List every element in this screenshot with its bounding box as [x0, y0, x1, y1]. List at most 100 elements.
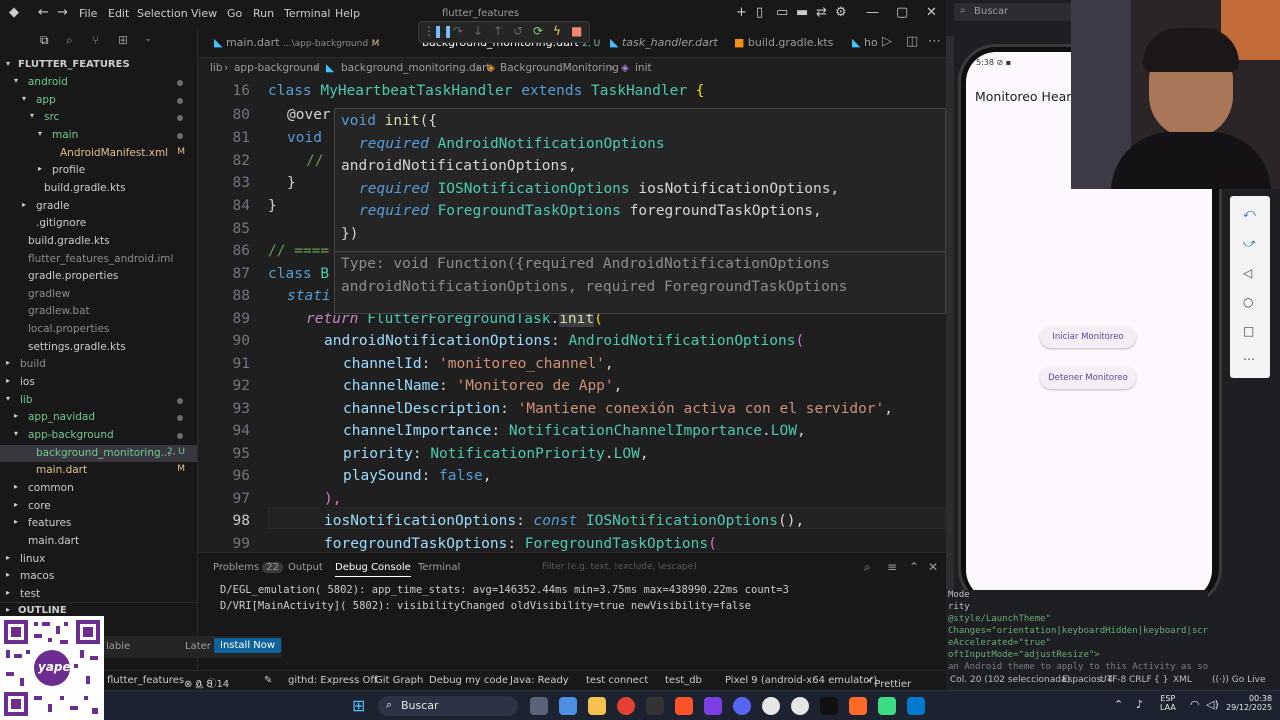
tree-item[interactable]: main.dart M [0, 462, 197, 479]
breadcrumb-item[interactable]: lib [210, 62, 223, 74]
restart-icon[interactable]: ⟳ [533, 24, 543, 38]
language-indicator[interactable]: ESP LAA [1160, 694, 1176, 712]
go-live-button[interactable]: ((·)) Go Live [1212, 675, 1266, 685]
windows-start-icon[interactable]: ⊞ [352, 696, 365, 715]
github-icon[interactable] [762, 697, 780, 715]
status-githd[interactable]: githd: Express Off [288, 675, 377, 686]
tools-icon[interactable]: ✎ [264, 675, 272, 686]
home-icon[interactable]: ○ [1243, 295, 1253, 309]
status-debug[interactable]: Debug my code [429, 675, 508, 686]
tree-item[interactable]: ▸ build [0, 356, 197, 373]
compare-icon[interactable]: ⇄ [816, 5, 827, 20]
language-mode[interactable]: XML [1173, 675, 1192, 685]
tree-item[interactable]: ▸ common [0, 480, 197, 497]
copy-icon[interactable]: ⧉ [40, 33, 49, 48]
breadcrumb-item[interactable]: BackgroundMonitoring [500, 62, 619, 74]
tree-item[interactable]: ▾ app-background [0, 427, 197, 444]
breadcrumb-item[interactable]: background_monitoring.dart [341, 62, 491, 74]
menu-go[interactable]: Go [227, 7, 242, 20]
layout-editor-icon[interactable]: ▭ [776, 5, 788, 20]
tree-item[interactable]: ▸ ios [0, 374, 197, 391]
tab-output[interactable]: Output [288, 562, 323, 573]
maximize-icon[interactable]: ▢ [896, 5, 908, 20]
vscode-icon[interactable] [907, 697, 925, 715]
tree-item[interactable]: ▸ app_navidad [0, 409, 197, 426]
close-panel-icon[interactable]: ✕ [928, 560, 938, 574]
chevron-up-icon[interactable]: ⌃ [1114, 698, 1123, 711]
status-problems[interactable]: ⊗ 0 △ 8 ⓘ 14 [184, 675, 229, 690]
tree-item[interactable]: local.properties [0, 321, 197, 338]
braces-indicator[interactable]: { } [1154, 675, 1168, 685]
tab-debug-console[interactable]: Debug Console [335, 562, 411, 577]
taskbar-search[interactable]: ⌕ Buscar [378, 696, 518, 716]
cursor-position[interactable]: Col. 20 (102 seleccionada) [950, 675, 1070, 685]
tree-item[interactable]: ▾ android [0, 74, 197, 91]
back-icon[interactable]: ◁ [1243, 266, 1252, 280]
menu-view[interactable]: View [191, 7, 217, 20]
terminal-icon[interactable] [646, 697, 664, 715]
close-icon[interactable]: ✕ [926, 5, 937, 20]
encoding[interactable]: UTF-8 [1100, 675, 1126, 685]
later-button[interactable]: Later [185, 641, 211, 652]
status-prettier[interactable]: ✓ Prettier [866, 675, 911, 690]
source-control-icon[interactable]: ⑂ [92, 33, 99, 47]
tree-item[interactable]: settings.gradle.kts [0, 339, 197, 356]
tree-item[interactable]: ▸ test [0, 586, 197, 603]
wifi-icon[interactable]: ◠ [1190, 698, 1200, 711]
chevron-down-icon[interactable]: ⌄ [144, 33, 152, 44]
menu-edit[interactable]: Edit [108, 7, 129, 20]
tree-item[interactable]: main.dart [0, 533, 197, 550]
layout-sidebar-icon[interactable]: ▯ [756, 5, 763, 20]
menu-run[interactable]: Run [253, 7, 274, 20]
volume-icon[interactable]: ◁) [1206, 698, 1219, 711]
tree-item[interactable]: ▸ core [0, 498, 197, 515]
tree-item[interactable]: gradlew.bat [0, 303, 197, 320]
tree-item[interactable]: build.gradle.kts [0, 180, 197, 197]
status-device[interactable]: Pixel 9 (android-x64 emulator) [725, 675, 877, 686]
microphone-icon[interactable]: ♪ [1136, 698, 1143, 711]
tree-item[interactable]: ▾ src [0, 109, 197, 126]
overview-icon[interactable]: □ [1243, 324, 1254, 338]
status-project[interactable]: flutter_features [107, 675, 184, 686]
tab-task-handler[interactable]: ◣ task_handler.dart [610, 36, 718, 49]
status-java[interactable]: Java: Ready [510, 675, 569, 686]
rotate-right-icon[interactable]: ⤻ [1243, 236, 1256, 251]
stop-monitoring-button[interactable]: Detener Monitoreo [1040, 367, 1136, 389]
menu-terminal[interactable]: Terminal [284, 7, 331, 20]
status-git-graph[interactable]: Git Graph [375, 675, 423, 686]
more-icon[interactable]: ⋯ [928, 34, 941, 49]
figma-icon[interactable] [849, 697, 867, 715]
step-over-icon[interactable]: ↷ [453, 24, 463, 38]
search-icon[interactable]: ⌕ [66, 33, 73, 48]
more-icon[interactable]: ⋯ [1243, 352, 1255, 366]
proton-icon[interactable] [704, 697, 722, 715]
tab-terminal[interactable]: Terminal [418, 562, 460, 573]
tree-item[interactable]: ▸ macos [0, 568, 197, 585]
tree-item[interactable]: ▸ gradle [0, 198, 197, 215]
start-monitoring-button[interactable]: Iniciar Monitoreo [1040, 326, 1136, 348]
stop-icon[interactable]: ■ [571, 24, 582, 38]
breadcrumb-item[interactable]: app-background [234, 62, 320, 74]
install-now-button[interactable]: Install Now [214, 638, 282, 653]
tree-item[interactable]: ▸ profile [0, 162, 197, 179]
tree-item[interactable]: ▸ linux [0, 551, 197, 568]
tab-main-dart[interactable]: ◣ main.dart ...\app-background M [214, 36, 379, 49]
line-ending[interactable]: CRLF [1129, 675, 1152, 685]
tree-item[interactable]: ▸ features [0, 515, 197, 532]
forward-icon[interactable]: → [57, 5, 68, 20]
brave-icon[interactable] [675, 697, 693, 715]
chrome-icon[interactable] [617, 697, 635, 715]
menu-selection[interactable]: Selection [137, 7, 188, 20]
chatgpt-icon[interactable] [791, 697, 809, 715]
settings-icon[interactable]: ⚙ [835, 5, 847, 20]
menu-file[interactable]: File [79, 7, 97, 20]
chevron-up-icon[interactable]: ⌃ [909, 560, 919, 574]
status-test-db[interactable]: test_db [665, 675, 702, 686]
clear-icon[interactable]: ≡ [887, 560, 897, 574]
extensions-icon[interactable]: ⊞ [118, 33, 128, 47]
clock[interactable]: 00:38 29/12/2025 [1226, 694, 1272, 712]
file-explorer-icon[interactable] [588, 697, 606, 715]
status-test-connect[interactable]: test connect [586, 675, 648, 686]
run-icon[interactable]: ▷ [882, 34, 892, 49]
tree-item[interactable]: ▾ main [0, 127, 197, 144]
